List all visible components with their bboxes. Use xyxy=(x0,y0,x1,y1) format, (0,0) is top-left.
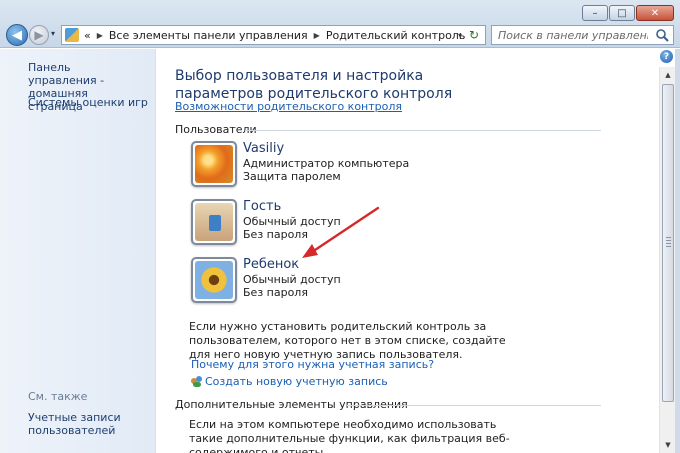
breadcrumb-separator[interactable]: ▶ xyxy=(97,31,103,40)
help-icon[interactable]: ? xyxy=(660,50,673,63)
address-dropdown[interactable]: ▾ xyxy=(458,31,462,40)
window-titlebar: – □ ✕ ◀ ▶ ▾ « ▶ Все элементы панели упра… xyxy=(0,0,680,48)
sunflower-picture-icon xyxy=(195,261,233,299)
account-type: Обычный доступ xyxy=(243,273,341,286)
account-password-status: Без пароля xyxy=(243,286,308,299)
account-type: Администратор компьютера xyxy=(243,157,410,170)
account-vasiliy[interactable]: Vasiliy Администратор компьютера Защита … xyxy=(191,141,421,191)
parental-controls-features-link[interactable]: Возможности родительского контроля xyxy=(175,100,402,113)
annotation-arrow xyxy=(302,206,380,258)
control-panel-icon xyxy=(65,28,79,42)
sidebar-link-user-accounts[interactable]: Учетные записи пользователей xyxy=(28,411,128,437)
create-account-label[interactable]: Создать новую учетную запись xyxy=(205,375,388,388)
main-content: Выбор пользователя и настройка параметро… xyxy=(157,49,659,453)
breadcrumb-all-items[interactable]: Все элементы панели управления xyxy=(109,29,308,42)
create-account-info: Если нужно установить родительский контр… xyxy=(189,320,506,361)
see-also-heading: См. также xyxy=(28,390,88,403)
refresh-icon[interactable]: ↻ xyxy=(466,27,482,43)
section-divider xyxy=(245,130,601,131)
grip-icon xyxy=(666,237,671,247)
section-divider xyxy=(347,405,601,406)
sidebar-link-game-ratings[interactable]: Системы оценки игр xyxy=(28,96,148,109)
account-name[interactable]: Vasiliy xyxy=(243,141,284,156)
window-frame-edge xyxy=(675,49,680,453)
extra-controls-text: Если на этом компьютере необходимо испол… xyxy=(189,418,510,453)
user-avatar[interactable] xyxy=(191,257,237,303)
breadcrumb-overflow[interactable]: « xyxy=(84,29,91,42)
forward-button[interactable]: ▶ xyxy=(29,25,49,45)
user-avatar[interactable] xyxy=(191,141,237,187)
search-input[interactable] xyxy=(498,28,648,42)
users-icon xyxy=(191,376,203,387)
vertical-scrollbar[interactable]: ▲ ▼ xyxy=(659,67,675,453)
guest-picture-icon xyxy=(195,203,233,241)
minimize-button[interactable]: – xyxy=(582,5,608,21)
search-icon[interactable] xyxy=(655,28,669,42)
window-controls: – □ ✕ xyxy=(582,5,674,21)
back-button[interactable]: ◀ xyxy=(6,24,28,46)
account-password-status: Защита паролем xyxy=(243,170,341,183)
sidebar: Панель управления - домашняя страница Си… xyxy=(0,49,156,453)
close-button[interactable]: ✕ xyxy=(636,5,674,21)
user-avatar[interactable] xyxy=(191,199,237,245)
scroll-up-arrow[interactable]: ▲ xyxy=(660,67,676,83)
account-name[interactable]: Гость xyxy=(243,199,281,214)
flower-picture-icon xyxy=(195,145,233,183)
address-bar[interactable]: « ▶ Все элементы панели управления ▶ Род… xyxy=(61,25,486,45)
scroll-down-arrow[interactable]: ▼ xyxy=(660,437,676,453)
scroll-thumb[interactable] xyxy=(662,84,674,402)
search-box[interactable] xyxy=(491,25,674,45)
breadcrumb-separator[interactable]: ▶ xyxy=(314,31,320,40)
recent-pages-dropdown[interactable]: ▾ xyxy=(51,29,55,38)
maximize-button[interactable]: □ xyxy=(609,5,635,21)
breadcrumb-parental-controls[interactable]: Родительский контроль xyxy=(326,29,466,42)
page-title: Выбор пользователя и настройка параметро… xyxy=(175,68,453,102)
why-account-link[interactable]: Почему для этого нужна учетная запись? xyxy=(191,358,434,371)
create-account-link[interactable]: Создать новую учетную запись xyxy=(191,375,388,388)
